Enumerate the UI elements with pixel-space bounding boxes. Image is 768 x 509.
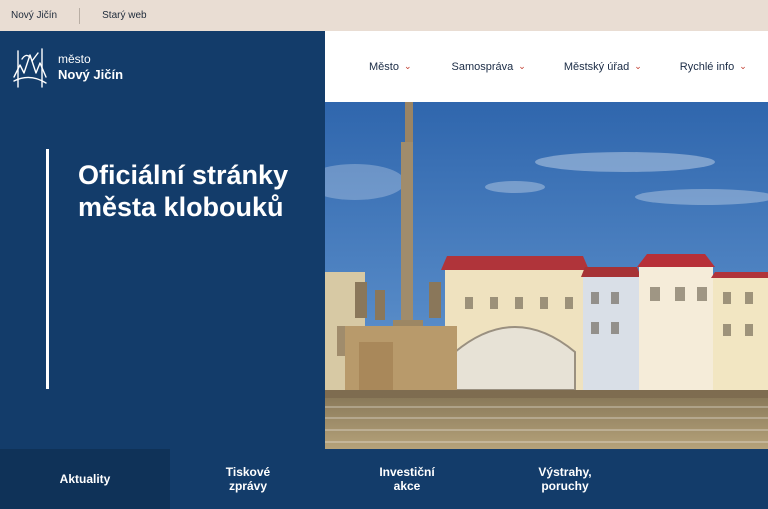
nav-item-mesto[interactable]: Město ⌄	[369, 61, 412, 73]
tab-tiskove-zpravy[interactable]: Tiskové zprávy	[170, 449, 326, 509]
hero-left-panel: město Nový Jičín Oficiální stránky města…	[0, 31, 325, 449]
hero-title: Oficiální stránky města klobouků	[78, 160, 289, 222]
hero-accent-line	[46, 149, 49, 389]
tab-aktuality[interactable]: Aktuality	[0, 449, 170, 509]
tab-label: Investiční akce	[379, 465, 435, 493]
news-category-tabs: Aktuality Tiskové zprávy Investiční akce…	[0, 449, 768, 509]
tab-investicni-akce[interactable]: Investiční akce	[326, 449, 488, 509]
chevron-down-icon: ⌄	[403, 61, 412, 71]
tab-vystrahy-poruchy[interactable]: Výstrahy, poruchy	[488, 449, 642, 509]
nav-item-samosprava[interactable]: Samospráva ⌄	[452, 61, 526, 73]
nav-item-label: Samospráva	[451, 60, 514, 73]
logo-text: město Nový Jičín	[58, 52, 123, 82]
tab-label: Aktuality	[59, 472, 111, 486]
tab-label: Tiskové zprávy	[225, 465, 271, 493]
chevron-down-icon: ⌄	[518, 61, 526, 71]
logo-line-1: město	[58, 52, 91, 66]
main-navigation: Město ⌄ Samospráva ⌄ Městský úřad ⌄ Rych…	[325, 31, 768, 102]
nav-item-label: Rychlé info	[679, 60, 735, 73]
logo-line-2: Nový Jičín	[58, 67, 124, 82]
city-coat-of-arms-icon	[13, 48, 47, 88]
link-novy-jicin[interactable]: Nový Jičín	[0, 10, 57, 21]
chevron-down-icon: ⌄	[634, 61, 642, 71]
nav-item-rychle-info[interactable]: Rychlé info ⌄	[680, 61, 747, 73]
site-logo[interactable]: město Nový Jičín	[10, 43, 123, 91]
chevron-down-icon: ⌄	[739, 61, 747, 71]
nav-item-label: Město	[369, 60, 399, 73]
top-utility-bar: Nový Jičín Starý web	[0, 0, 768, 31]
hero-photo-town-square	[325, 102, 768, 449]
nav-item-label: Městský úřad	[563, 60, 630, 73]
nav-item-mestsky-urad[interactable]: Městský úřad ⌄	[564, 61, 642, 73]
link-stary-web[interactable]: Starý web	[80, 10, 146, 21]
tab-label: Výstrahy, poruchy	[538, 465, 592, 493]
